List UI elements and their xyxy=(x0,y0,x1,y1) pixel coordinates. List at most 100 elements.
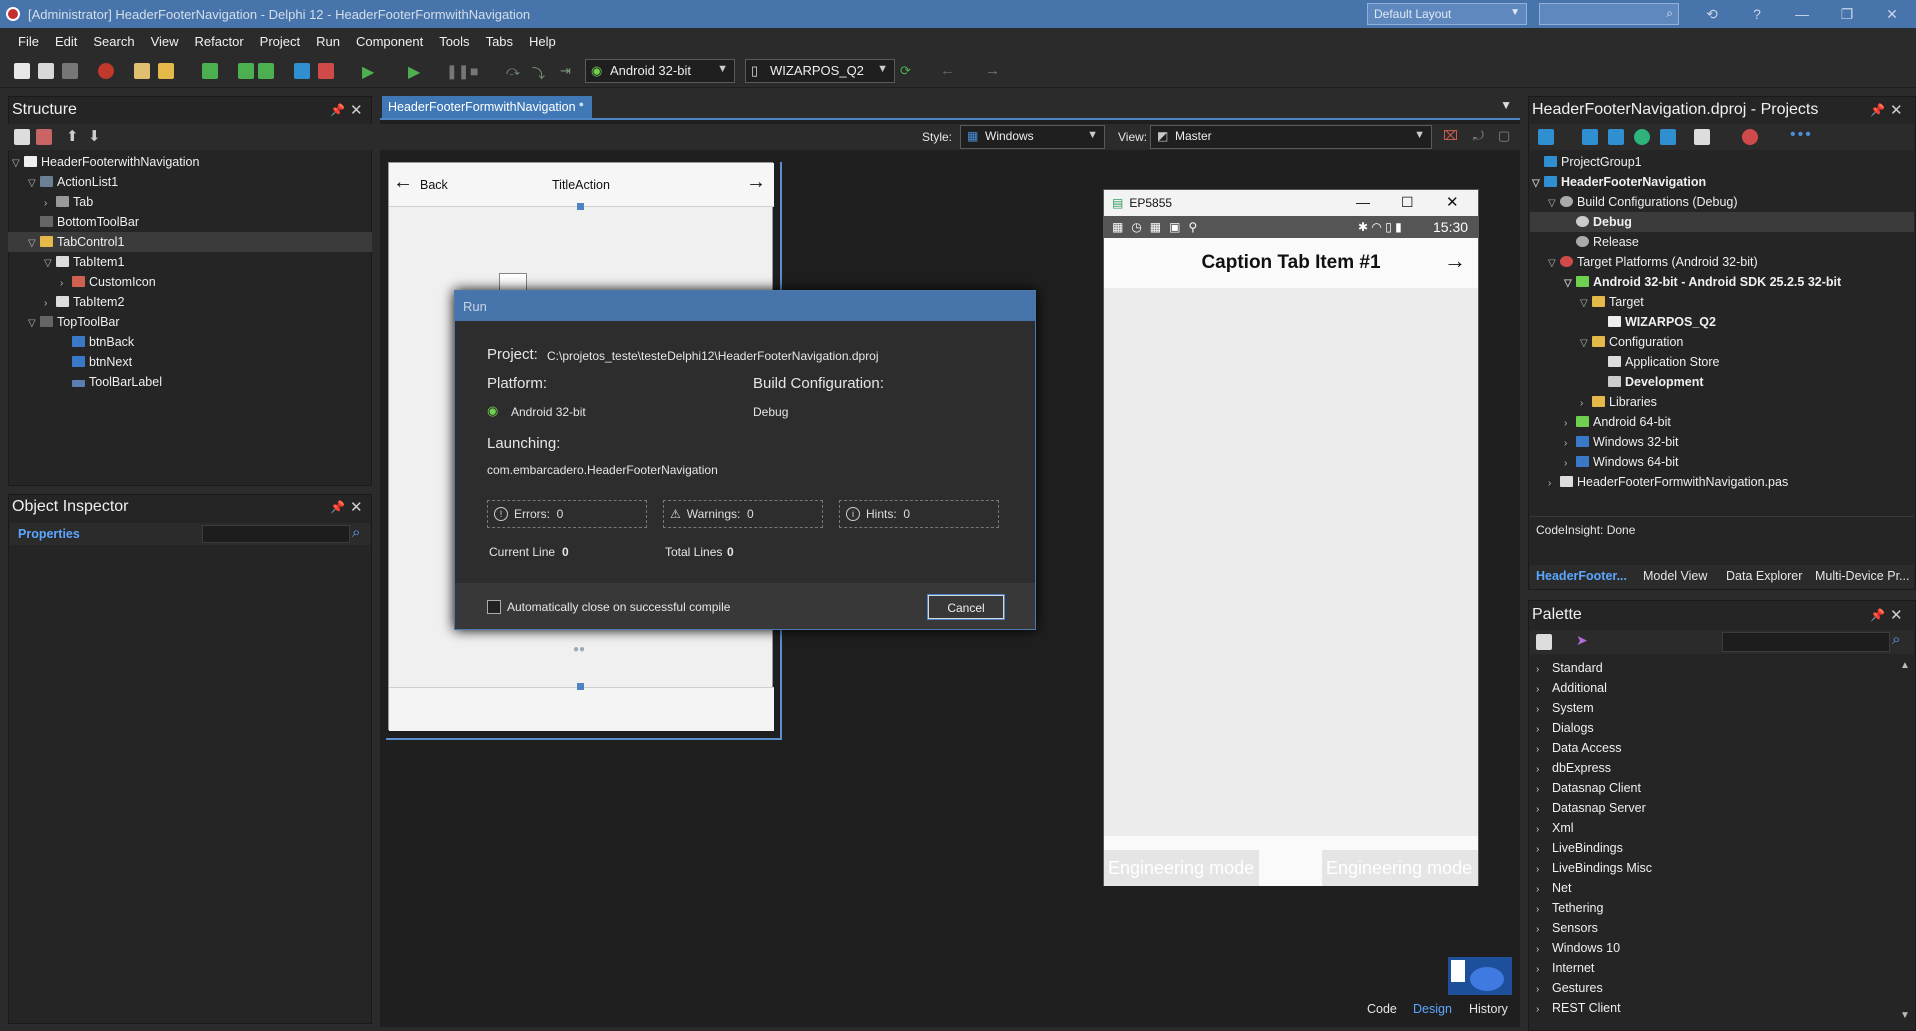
close-icon[interactable]: ✕ xyxy=(350,101,363,119)
next-arrow-icon[interactable]: → xyxy=(1444,248,1466,274)
tab-code[interactable]: Code xyxy=(1367,1002,1397,1016)
stop-icon[interactable]: ■ xyxy=(470,63,478,79)
tree-item[interactable]: › HeaderFooterFormwithNavigation.pas xyxy=(1548,472,1788,492)
deploy-icon[interactable] xyxy=(1742,129,1758,145)
tab-properties[interactable]: Properties xyxy=(18,527,80,541)
fit-icon[interactable]: ▢ xyxy=(1498,128,1510,144)
palette-category[interactable]: › Xml xyxy=(1536,818,1574,838)
add-component-icon[interactable] xyxy=(14,129,30,145)
tree-item[interactable]: ▽ Target Platforms (Android 32-bit) xyxy=(1548,252,1758,272)
scroll-down-icon[interactable]: ▼ xyxy=(1900,1010,1910,1021)
pin-icon[interactable]: 📌 xyxy=(1870,608,1885,622)
tree-item[interactable]: ToolBarLabel xyxy=(60,372,162,392)
close-icon[interactable]: ✕ xyxy=(350,498,363,516)
run-icon[interactable]: ▶ xyxy=(362,62,374,82)
autoclose-label[interactable]: Automatically close on successful compil… xyxy=(507,600,730,614)
scroll-up-icon[interactable]: ▲ xyxy=(1900,660,1910,671)
search-icon[interactable]: ⌕ xyxy=(1892,631,1900,648)
menu-help[interactable]: Help xyxy=(529,34,556,49)
device-combo[interactable]: ▯ WIZARPOS_Q2 ▼ xyxy=(745,59,895,83)
tree-item[interactable]: ▽ Target xyxy=(1580,292,1644,312)
maximize-button[interactable]: ☐ xyxy=(1401,194,1414,211)
palette-category[interactable]: › System xyxy=(1536,698,1594,718)
close-icon[interactable]: ✕ xyxy=(1890,101,1903,119)
tab-project[interactable]: HeaderFooter... xyxy=(1536,569,1627,583)
build-icon[interactable] xyxy=(1660,129,1676,145)
new-icon[interactable] xyxy=(14,63,30,79)
options-icon[interactable] xyxy=(1694,129,1710,145)
save-all-icon[interactable] xyxy=(238,63,254,79)
pin-icon[interactable]: 📌 xyxy=(330,103,345,117)
palette-category[interactable]: › REST Client xyxy=(1536,998,1621,1018)
device-refresh-icon[interactable]: ⟳ xyxy=(900,63,911,79)
autoclose-checkbox[interactable] xyxy=(487,600,501,614)
tree-item[interactable]: ▽ TopToolBar xyxy=(28,312,120,332)
minimize-button[interactable]: — xyxy=(1780,0,1824,28)
tree-item[interactable]: › Windows 32-bit xyxy=(1564,432,1678,452)
palette-category[interactable]: › Sensors xyxy=(1536,918,1598,938)
layout-combo[interactable]: Default Layout ▼ xyxy=(1367,3,1527,25)
tab-multi-device[interactable]: Multi-Device Pr... xyxy=(1815,569,1909,583)
back-arrow-icon[interactable]: ← xyxy=(393,171,413,194)
remove-file-icon[interactable] xyxy=(318,63,334,79)
tree-item[interactable]: › CustomIcon xyxy=(60,272,156,292)
run-without-debug-icon[interactable]: ▶ xyxy=(408,62,420,82)
tree-item[interactable]: ▽ HeaderFooterwithNavigation xyxy=(12,152,199,172)
close-icon[interactable]: ✕ xyxy=(1890,606,1903,624)
menu-tabs[interactable]: Tabs xyxy=(486,34,513,49)
palette-category[interactable]: › Net xyxy=(1536,878,1571,898)
forward-nav-icon[interactable]: → xyxy=(985,62,1000,79)
inspector-search-input[interactable] xyxy=(202,525,350,543)
palette-category[interactable]: › Gestures xyxy=(1536,978,1603,998)
tree-item-selected[interactable]: Debug xyxy=(1530,212,1914,232)
tree-item[interactable]: ▽ Build Configurations (Debug) xyxy=(1548,192,1738,212)
maximize-button[interactable]: ❐ xyxy=(1825,0,1869,28)
remove-icon[interactable] xyxy=(62,63,78,79)
palette-category[interactable]: › LiveBindings Misc xyxy=(1536,858,1652,878)
hide-device-icon[interactable]: ⌧ xyxy=(1443,128,1458,144)
minimize-button[interactable]: — xyxy=(1356,194,1370,210)
palette-category[interactable]: › Datasnap Client xyxy=(1536,778,1641,798)
activate-icon[interactable] xyxy=(1538,129,1554,145)
palette-category[interactable]: › dbExpress xyxy=(1536,758,1611,778)
move-up-icon[interactable]: ⬆ xyxy=(66,127,79,145)
sync-icon[interactable] xyxy=(1634,129,1650,145)
more-icon[interactable]: ••• xyxy=(1790,126,1813,144)
close-button[interactable]: ✕ xyxy=(1446,193,1459,211)
palette-search-input[interactable] xyxy=(1722,632,1890,652)
ide-insight-icon[interactable]: ⟲ xyxy=(1690,0,1734,28)
delete-component-icon[interactable] xyxy=(36,129,52,145)
open-project-icon[interactable] xyxy=(158,63,174,79)
rotate-icon[interactable]: ⤾ xyxy=(1473,128,1484,144)
platform-combo[interactable]: ◉ Android 32-bit ▼ xyxy=(585,59,735,83)
tree-item[interactable]: ▽ TabItem1 xyxy=(44,252,124,272)
tree-item[interactable]: › Tab xyxy=(44,192,93,212)
save-icon[interactable] xyxy=(202,63,218,79)
menu-component[interactable]: Component xyxy=(356,34,423,49)
form-resize-edge[interactable] xyxy=(386,738,780,740)
menu-view[interactable]: View xyxy=(151,34,179,49)
tree-item[interactable]: btnNext xyxy=(60,352,132,372)
pin-icon[interactable]: 📌 xyxy=(330,500,345,514)
tab-model-view[interactable]: Model View xyxy=(1643,569,1707,583)
palette-category[interactable]: › Tethering xyxy=(1536,898,1603,918)
pause-icon[interactable]: ❚❚ xyxy=(446,63,469,80)
tree-item[interactable]: Development xyxy=(1596,372,1704,392)
menu-search[interactable]: Search xyxy=(93,34,134,49)
palette-category[interactable]: › Datasnap Server xyxy=(1536,798,1646,818)
next-arrow-icon[interactable]: → xyxy=(746,171,766,194)
pin-icon[interactable]: 📌 xyxy=(1870,103,1885,117)
new-items-icon[interactable] xyxy=(38,63,54,79)
menu-edit[interactable]: Edit xyxy=(55,34,77,49)
style-combo[interactable]: ▦ Windows ▼ xyxy=(960,125,1105,149)
pointer-icon[interactable]: ➤ xyxy=(1576,632,1588,649)
palette-category[interactable]: › Data Access xyxy=(1536,738,1621,758)
move-down-icon[interactable]: ⬇ xyxy=(88,127,101,145)
back-button[interactable]: Back xyxy=(420,178,448,192)
tab-design[interactable]: Design xyxy=(1413,1002,1452,1016)
tree-item[interactable]: ProjectGroup1 xyxy=(1532,152,1642,172)
tab-data-explorer[interactable]: Data Explorer xyxy=(1726,569,1802,583)
help-icon[interactable]: ? xyxy=(1735,0,1779,28)
chevron-down-icon[interactable]: ▼ xyxy=(1500,98,1512,112)
tree-item[interactable]: BottomToolBar xyxy=(28,212,139,232)
